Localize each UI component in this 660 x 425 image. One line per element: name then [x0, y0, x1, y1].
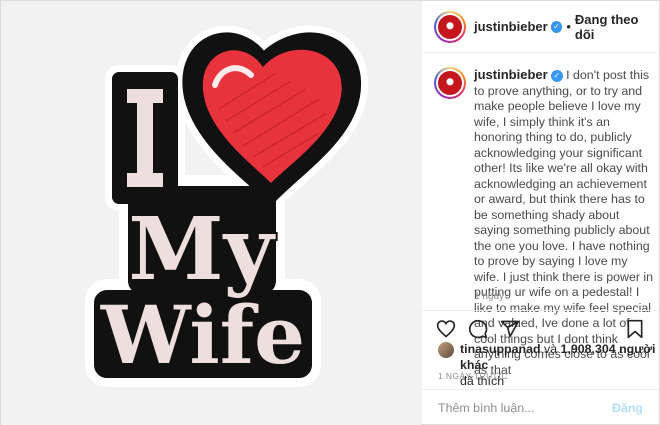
author-username[interactable]: justinbieber	[474, 19, 548, 34]
post-image[interactable]: My Wife	[1, 1, 421, 425]
following-button[interactable]: Đang theo dõi	[575, 12, 659, 42]
comment-icon[interactable]	[468, 319, 488, 339]
likes-connector: và	[544, 342, 558, 356]
comment-input[interactable]	[438, 401, 613, 415]
actions-bar	[422, 310, 659, 344]
verified-badge-icon: ✓	[550, 20, 563, 33]
post-timestamp[interactable]: 1 NGÀY TRƯỚC	[438, 371, 508, 381]
caption-avatar[interactable]	[434, 67, 466, 99]
post-sidebar: justinbieber ✓ • Đang theo dõi justinbie…	[421, 1, 659, 424]
word-wife: Wife	[98, 286, 307, 384]
bookmark-icon[interactable]	[625, 319, 645, 339]
instagram-post: My Wife justinbieber ✓ • Đang theo dõi j…	[0, 0, 660, 425]
post-comment-button[interactable]: Đăng	[612, 401, 643, 415]
svg-text:My: My	[128, 199, 276, 300]
author-avatar[interactable]	[434, 10, 466, 43]
word-my: My	[126, 197, 278, 302]
caption-time[interactable]: 1 ngày	[474, 291, 504, 302]
likes-text: tinasuppanad và 1,908,304 người khác đã …	[460, 341, 659, 389]
svg-text:Wife: Wife	[100, 288, 305, 382]
header-separator: •	[566, 19, 571, 34]
liker-avatar[interactable]	[438, 342, 454, 358]
i-love-my-wife-sticker: My Wife	[85, 25, 369, 387]
verified-badge-icon: ✓	[550, 69, 563, 82]
likes-summary: tinasuppanad và 1,908,304 người khác đã …	[438, 341, 659, 389]
comment-bar: Đăng	[422, 389, 659, 425]
post-header: justinbieber ✓ • Đang theo dõi	[422, 1, 659, 53]
share-icon[interactable]	[500, 319, 520, 339]
heart-outline-icon[interactable]	[436, 319, 456, 339]
liker-username[interactable]: tinasuppanad	[460, 342, 541, 356]
caption-username[interactable]: justinbieber	[474, 67, 548, 82]
